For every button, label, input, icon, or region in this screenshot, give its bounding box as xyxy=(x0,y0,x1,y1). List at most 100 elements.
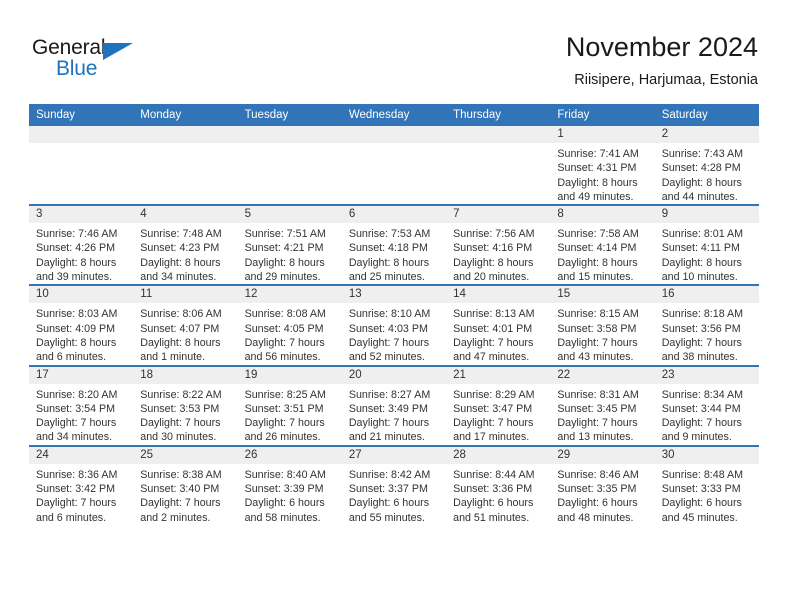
sunrise-text: Sunrise: 8:18 AM xyxy=(661,308,744,321)
daylight-text-line1: Daylight: 7 hours xyxy=(557,417,638,430)
calendar-day-cell[interactable]: 7 Sunrise: 7:56 AM Sunset: 4:16 PM Daylight… xyxy=(446,204,551,286)
calendar-day-cell[interactable]: 24 Sunrise: 8:36 AM Sunset: 3:42 PM Dayligh… xyxy=(29,444,134,525)
sunset-text: Sunset: 3:51 PM xyxy=(244,402,324,415)
day-details: Sunrise: 8:31 AM Sunset: 3:45 PM Daylight:… xyxy=(550,384,654,445)
sunrise-text: Sunrise: 8:20 AM xyxy=(36,388,118,401)
weekday-header-wednesday: Wednesday xyxy=(341,104,447,126)
calendar-day-cell-empty xyxy=(237,126,342,205)
calendar-day-cell[interactable]: 19 Sunrise: 8:25 AM Sunset: 3:51 PM Dayligh… xyxy=(237,364,342,446)
calendar-day-cell[interactable]: 18 Sunrise: 8:22 AM Sunset: 3:53 PM Dayligh… xyxy=(133,364,238,446)
calendar-day-cell[interactable]: 22 Sunrise: 8:31 AM Sunset: 3:45 PM Dayligh… xyxy=(550,364,655,446)
day-number: 3 xyxy=(29,206,134,224)
calendar-day-cell[interactable]: 26 Sunrise: 8:40 AM Sunset: 3:39 PM Dayligh… xyxy=(237,444,342,525)
daylight-text-line2: and 38 minutes. xyxy=(661,351,738,364)
sunrise-text: Sunrise: 8:01 AM xyxy=(661,228,744,241)
sunrise-text: Sunrise: 8:36 AM xyxy=(36,468,118,481)
daylight-text-line1: Daylight: 7 hours xyxy=(244,336,325,349)
calendar-day-cell[interactable]: 1 Sunrise: 7:41 AM Sunset: 4:31 PM Daylight… xyxy=(550,126,655,205)
day-number: 5 xyxy=(237,206,342,224)
day-details: Sunrise: 8:46 AM Sunset: 3:35 PM Daylight:… xyxy=(550,464,654,525)
day-details: Sunrise: 8:27 AM Sunset: 3:49 PM Daylight:… xyxy=(342,384,446,445)
daylight-text-line1: Daylight: 7 hours xyxy=(453,417,534,430)
sunset-text: Sunset: 4:03 PM xyxy=(348,322,428,335)
day-details: Sunrise: 8:08 AM Sunset: 4:05 PM Daylight:… xyxy=(238,303,342,364)
weekday-header-thursday: Thursday xyxy=(446,104,551,126)
daylight-text-line2: and 43 minutes. xyxy=(557,351,634,364)
calendar-day-cell[interactable]: 30 Sunrise: 8:48 AM Sunset: 3:33 PM Dayligh… xyxy=(654,444,759,525)
sunrise-text: Sunrise: 8:46 AM xyxy=(557,468,639,481)
calendar-day-cell[interactable]: 27 Sunrise: 8:42 AM Sunset: 3:37 PM Dayligh… xyxy=(341,444,447,525)
calendar-day-cell[interactable]: 15 Sunrise: 8:15 AM Sunset: 3:58 PM Dayligh… xyxy=(550,284,655,366)
daylight-text-line2: and 39 minutes. xyxy=(36,271,113,284)
daylight-text-line2: and 6 minutes. xyxy=(36,351,107,364)
general-blue-logo[interactable]: General Blue xyxy=(32,36,232,88)
day-number xyxy=(29,126,134,143)
daylight-text-line1: Daylight: 7 hours xyxy=(661,417,742,430)
calendar-day-cell[interactable]: 17 Sunrise: 8:20 AM Sunset: 3:54 PM Dayligh… xyxy=(29,364,134,446)
calendar-day-cell[interactable]: 28 Sunrise: 8:44 AM Sunset: 3:36 PM Dayligh… xyxy=(446,444,551,525)
calendar-day-cell[interactable]: 23 Sunrise: 8:34 AM Sunset: 3:44 PM Dayligh… xyxy=(654,364,759,446)
daylight-text-line2: and 6 minutes. xyxy=(36,511,107,524)
daylight-text-line1: Daylight: 8 hours xyxy=(140,336,221,349)
calendar-day-cell[interactable]: 4 Sunrise: 7:48 AM Sunset: 4:23 PM Daylight… xyxy=(133,204,238,286)
calendar-day-cell[interactable]: 5 Sunrise: 7:51 AM Sunset: 4:21 PM Daylight… xyxy=(237,204,342,286)
calendar-day-cell[interactable]: 9 Sunrise: 8:01 AM Sunset: 4:11 PM Daylight… xyxy=(654,204,759,286)
calendar-table: Sunday Monday Tuesday Wednesday Thursday… xyxy=(29,104,759,525)
calendar-day-cell[interactable]: 2 Sunrise: 7:43 AM Sunset: 4:28 PM Daylight… xyxy=(654,126,759,205)
daylight-text-line1: Daylight: 7 hours xyxy=(36,497,117,510)
sunset-text: Sunset: 4:26 PM xyxy=(36,242,116,255)
calendar-day-cell[interactable]: 25 Sunrise: 8:38 AM Sunset: 3:40 PM Dayligh… xyxy=(133,444,238,525)
day-number: 23 xyxy=(654,366,759,384)
day-number: 15 xyxy=(550,286,655,304)
calendar-day-cell[interactable]: 3 Sunrise: 7:46 AM Sunset: 4:26 PM Daylight… xyxy=(29,204,134,286)
sunrise-text: Sunrise: 7:51 AM xyxy=(244,228,326,241)
day-details: Sunrise: 7:48 AM Sunset: 4:23 PM Daylight:… xyxy=(133,223,237,284)
daylight-text-line2: and 30 minutes. xyxy=(140,431,217,444)
page-subtitle: Riisipere, Harjumaa, Estonia xyxy=(574,72,758,88)
day-details: Sunrise: 8:15 AM Sunset: 3:58 PM Daylight:… xyxy=(550,303,654,364)
sunset-text: Sunset: 3:54 PM xyxy=(36,402,116,415)
daylight-text-line2: and 49 minutes. xyxy=(557,190,634,203)
daylight-text-line1: Daylight: 7 hours xyxy=(140,417,221,430)
calendar-day-cell[interactable]: 20 Sunrise: 8:27 AM Sunset: 3:49 PM Dayligh… xyxy=(341,364,447,446)
sunset-text: Sunset: 4:18 PM xyxy=(348,242,428,255)
day-details: Sunrise: 8:40 AM Sunset: 3:39 PM Daylight:… xyxy=(238,464,342,525)
calendar-day-cell[interactable]: 6 Sunrise: 7:53 AM Sunset: 4:18 PM Daylight… xyxy=(341,204,447,286)
sunrise-text: Sunrise: 7:46 AM xyxy=(36,228,118,241)
daylight-text-line2: and 29 minutes. xyxy=(244,271,321,284)
sunset-text: Sunset: 3:40 PM xyxy=(140,483,220,496)
day-details: Sunrise: 8:10 AM Sunset: 4:03 PM Daylight:… xyxy=(342,303,446,364)
day-details: Sunrise: 8:22 AM Sunset: 3:53 PM Daylight:… xyxy=(133,384,237,445)
daylight-text-line2: and 45 minutes. xyxy=(661,511,738,524)
sunrise-text: Sunrise: 8:13 AM xyxy=(453,308,535,321)
sunrise-text: Sunrise: 7:43 AM xyxy=(661,148,744,160)
sunrise-text: Sunrise: 8:40 AM xyxy=(244,468,326,481)
page-header: General Blue November 2024 Riisipere, Ha… xyxy=(0,0,792,104)
daylight-text-line1: Daylight: 8 hours xyxy=(36,256,117,269)
calendar-day-cell[interactable]: 21 Sunrise: 8:29 AM Sunset: 3:47 PM Dayligh… xyxy=(446,364,551,446)
calendar-day-cell[interactable]: 10 Sunrise: 8:03 AM Sunset: 4:09 PM Dayligh… xyxy=(29,284,134,366)
sunset-text: Sunset: 4:09 PM xyxy=(36,322,116,335)
calendar-day-cell[interactable]: 14 Sunrise: 8:13 AM Sunset: 4:01 PM Dayligh… xyxy=(446,284,551,366)
calendar-day-cell[interactable]: 11 Sunrise: 8:06 AM Sunset: 4:07 PM Dayligh… xyxy=(133,284,238,366)
calendar-day-cell[interactable]: 29 Sunrise: 8:46 AM Sunset: 3:35 PM Dayligh… xyxy=(550,444,655,525)
sunrise-text: Sunrise: 8:25 AM xyxy=(244,388,326,401)
daylight-text-line2: and 34 minutes. xyxy=(36,431,113,444)
calendar-day-cell[interactable]: 12 Sunrise: 8:08 AM Sunset: 4:05 PM Dayligh… xyxy=(237,284,342,366)
daylight-text-line1: Daylight: 6 hours xyxy=(557,497,638,510)
daylight-text-line2: and 34 minutes. xyxy=(140,271,217,284)
day-details: Sunrise: 8:25 AM Sunset: 3:51 PM Daylight:… xyxy=(238,384,342,445)
sunrise-text: Sunrise: 8:22 AM xyxy=(140,388,222,401)
sunset-text: Sunset: 4:11 PM xyxy=(661,242,740,255)
day-number: 8 xyxy=(550,206,655,224)
calendar-week-row: 24 Sunrise: 8:36 AM Sunset: 3:42 PM Dayligh… xyxy=(29,444,759,525)
calendar-day-cell[interactable]: 16 Sunrise: 8:18 AM Sunset: 3:56 PM Dayligh… xyxy=(654,284,759,366)
daylight-text-line2: and 51 minutes. xyxy=(453,511,530,524)
daylight-text-line1: Daylight: 7 hours xyxy=(348,336,430,349)
day-number: 18 xyxy=(133,366,238,384)
day-details: Sunrise: 7:53 AM Sunset: 4:18 PM Daylight:… xyxy=(342,223,446,284)
calendar-day-cell[interactable]: 8 Sunrise: 7:58 AM Sunset: 4:14 PM Daylight… xyxy=(550,204,655,286)
calendar-day-cell[interactable]: 13 Sunrise: 8:10 AM Sunset: 4:03 PM Dayligh… xyxy=(341,284,447,366)
sunset-text: Sunset: 4:14 PM xyxy=(557,242,637,255)
sunrise-text: Sunrise: 8:48 AM xyxy=(661,468,744,481)
